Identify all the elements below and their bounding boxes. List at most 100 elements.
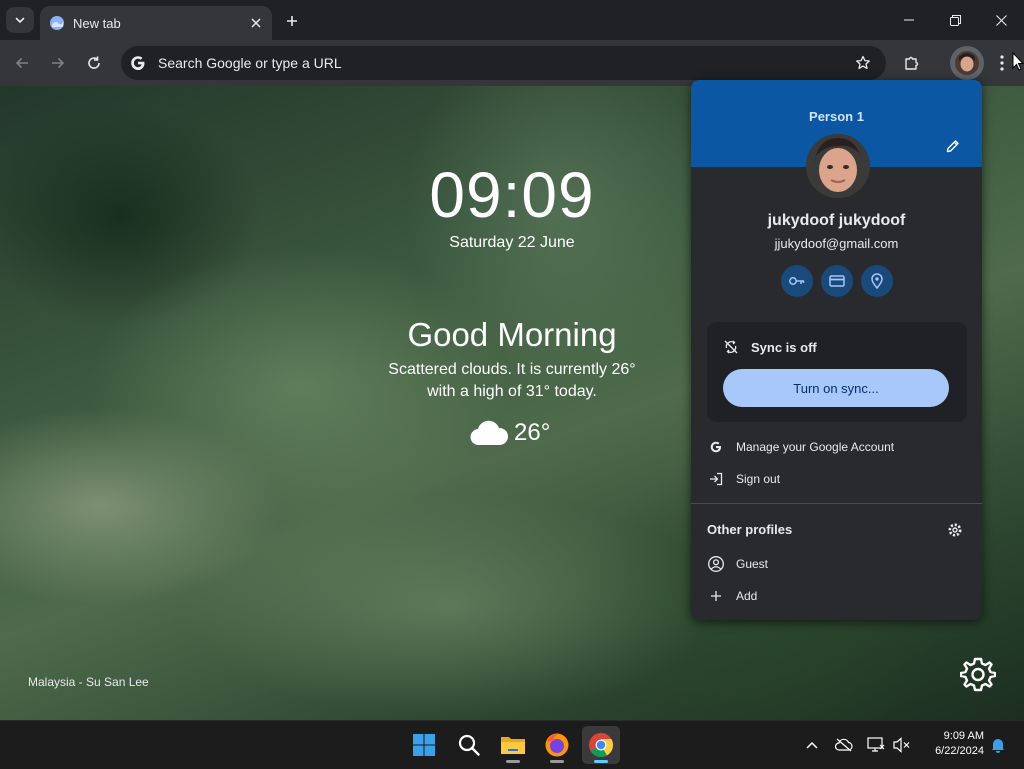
google-g-icon [707,438,725,456]
omnibox-text: Search Google or type a URL [158,55,342,71]
close-window-button[interactable] [978,6,1024,34]
file-explorer-button[interactable] [494,726,532,764]
volume-tray-button[interactable] [890,731,914,759]
tab-title: New tab [73,15,121,31]
tab-search-button[interactable] [6,7,34,33]
profile-menu: Person 1 jukydoof jukydoof jjukydoof@gma… [691,80,982,620]
windows-logo-icon [413,734,435,756]
payment-methods-button[interactable] [821,265,853,297]
arrow-left-icon [15,57,28,69]
sign-out-item[interactable]: Sign out [707,467,967,491]
omnibox[interactable]: Search Google or type a URL [121,46,886,80]
network-icon [867,737,885,752]
google-g-icon [131,56,145,70]
new-tab-favicon-icon [50,16,64,30]
folder-icon [501,737,525,754]
more-vertical-icon [1000,55,1004,71]
avatar [806,134,870,198]
taskbar-date: 6/22/2024 [935,745,984,757]
firefox-icon [545,733,569,757]
passwords-button[interactable] [781,265,813,297]
title-bar: New tab [0,0,1024,40]
chevron-up-icon [806,741,818,749]
sync-off-icon [724,340,738,354]
manage-google-account-label: Manage your Google Account [736,440,895,454]
plus-icon [707,587,725,605]
sign-out-label: Sign out [736,472,781,486]
photo-credit[interactable]: Malaysia - Su San Lee [28,675,149,689]
firefox-button[interactable] [538,726,576,764]
manage-google-account-item[interactable]: Manage your Google Account [707,435,967,459]
volume-muted-icon [893,737,910,753]
search-icon [458,734,480,756]
minimize-button[interactable] [886,6,932,34]
reload-button[interactable] [80,49,108,77]
gear-icon[interactable] [947,522,963,538]
cloud-off-icon [835,738,853,752]
close-icon [995,14,1007,26]
guest-profile-item[interactable]: Guest [707,552,967,576]
addresses-button[interactable] [861,265,893,297]
windows-taskbar: 9:09 AM 6/22/2024 [0,720,1024,769]
sync-card: Sync is off Turn on sync... [707,322,967,422]
restore-icon [949,14,961,26]
show-hidden-icons-button[interactable] [800,731,824,759]
credit-card-icon [829,275,845,287]
sign-out-icon [707,470,725,488]
forward-button[interactable] [44,49,72,77]
turn-on-sync-button[interactable]: Turn on sync... [723,369,949,407]
close-tab-button[interactable] [246,13,266,33]
close-icon [251,18,261,28]
mouse-cursor-icon [1012,52,1024,71]
profile-avatar-button[interactable] [950,46,984,80]
running-indicator [550,760,564,763]
arrow-right-icon [52,57,65,69]
avatar [955,51,979,75]
chrome-menu-button[interactable] [990,49,1014,77]
key-icon [789,277,805,285]
other-profiles-title: Other profiles [707,522,793,537]
search-button[interactable] [450,726,488,764]
bookmark-button[interactable] [850,50,876,76]
gear-icon[interactable] [960,656,996,692]
weather-temperature: 26° [514,419,551,446]
chevron-down-icon [15,17,25,24]
chrome-icon [589,733,613,758]
weather-line-2: with a high of 31° today. [427,383,597,400]
profile-label: Person 1 [809,109,864,124]
start-button[interactable] [405,726,443,764]
extensions-button[interactable] [898,49,926,77]
star-icon [856,55,870,70]
profile-name: jukydoof jukydoof [767,212,906,229]
back-button[interactable] [8,49,36,77]
weather-description: Scattered clouds. It is currently 26° wi… [362,359,662,403]
tab-new-tab[interactable]: New tab [40,6,272,40]
new-tab-button[interactable] [280,9,304,33]
menu-divider [691,503,982,504]
onedrive-tray-button[interactable] [832,731,856,759]
pencil-icon[interactable] [945,138,961,154]
profile-email: jjukydoof@gmail.com [774,236,899,251]
profile-photo-icon [806,134,870,198]
running-indicator [594,760,608,763]
chrome-button[interactable] [582,726,620,764]
add-profile-item[interactable]: Add [707,584,967,608]
location-pin-icon [871,273,883,290]
add-label: Add [736,589,758,603]
weather-line-1: Scattered clouds. It is currently 26° [388,361,636,378]
bell-icon [991,739,1005,753]
network-tray-button[interactable] [864,731,888,759]
account-circle-icon [707,555,725,573]
puzzle-icon [905,56,919,70]
minimize-icon [904,19,914,21]
notifications-button[interactable] [986,731,1010,759]
cloud-icon [470,420,508,446]
plus-icon [287,16,297,26]
taskbar-clock[interactable]: 9:09 AM 6/22/2024 [916,729,984,759]
sync-status: Sync is off [751,340,817,355]
taskbar-time: 9:09 AM [943,730,984,742]
guest-label: Guest [736,557,769,571]
running-indicator [506,760,520,763]
reload-icon [88,56,100,69]
restore-button[interactable] [932,6,978,34]
